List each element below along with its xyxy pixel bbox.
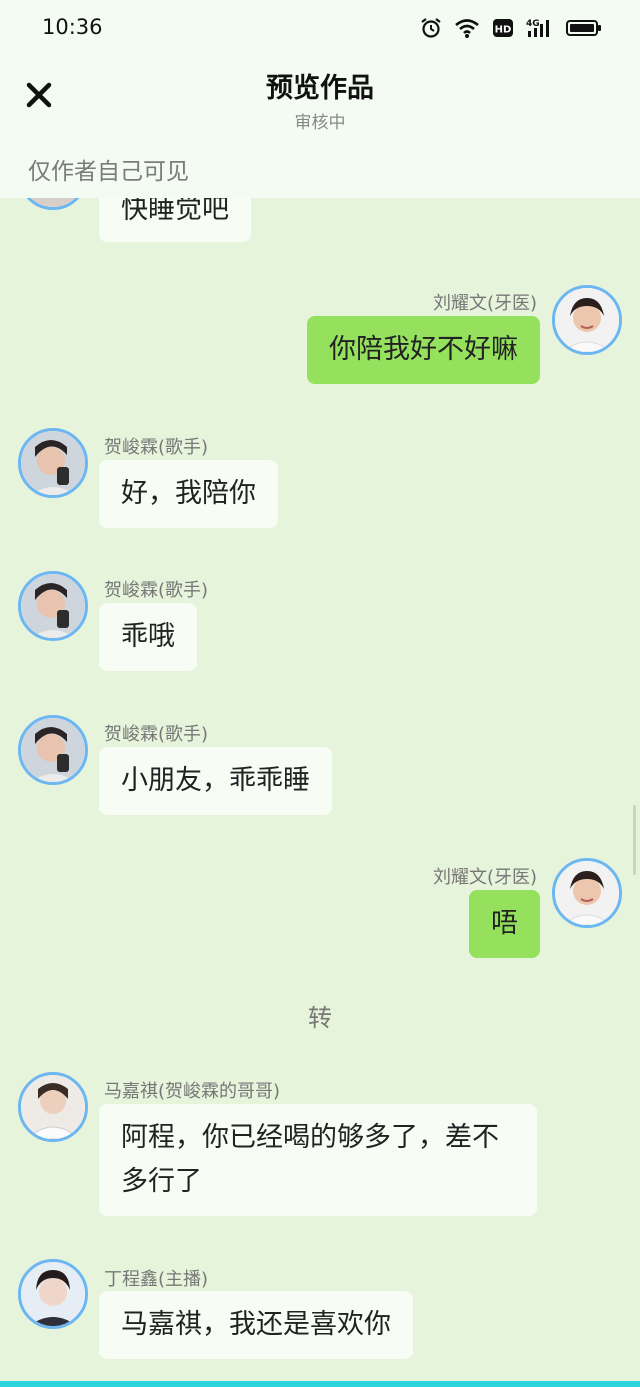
avatar[interactable] bbox=[552, 858, 622, 928]
wifi-icon bbox=[455, 19, 479, 38]
scrollbar[interactable] bbox=[633, 805, 636, 875]
avatar[interactable] bbox=[552, 285, 622, 355]
bottom-accent-bar bbox=[0, 1381, 640, 1387]
alarm-icon bbox=[421, 18, 441, 38]
hd-icon: HD bbox=[493, 19, 513, 37]
message-bubble: 阿程，你已经喝的够多了，差不多行了 bbox=[99, 1104, 537, 1216]
sender-name: 贺峻霖(歌手) bbox=[104, 437, 209, 458]
visibility-note: 仅作者自己可见 bbox=[28, 159, 189, 185]
review-status: 审核中 bbox=[294, 113, 346, 133]
message-bubble: 马嘉祺，我还是喜欢你 bbox=[99, 1291, 413, 1359]
signal-4g-icon: 4G bbox=[526, 19, 549, 37]
header: 10:36 HD 4G 预览作品 审核中 仅作者自己可见 bbox=[0, 0, 640, 198]
status-icons: HD 4G bbox=[420, 16, 602, 40]
avatar[interactable] bbox=[18, 1072, 88, 1142]
sender-name: 刘耀文(牙医) bbox=[432, 867, 537, 888]
message-bubble: 乖哦 bbox=[99, 603, 197, 671]
sender-name: 刘耀文(牙医) bbox=[432, 293, 537, 314]
battery-icon bbox=[566, 20, 601, 36]
avatar[interactable] bbox=[18, 571, 88, 641]
sender-name: 马嘉祺(贺峻霖的哥哥) bbox=[104, 1081, 281, 1102]
page-title: 预览作品 bbox=[266, 73, 374, 104]
sender-name: 贺峻霖(歌手) bbox=[104, 580, 209, 601]
avatar[interactable] bbox=[18, 715, 88, 785]
message-bubble: 你陪我好不好嘛 bbox=[307, 316, 540, 384]
transition-divider: 转 bbox=[308, 1004, 332, 1032]
sender-name: 贺峻霖(歌手) bbox=[104, 724, 209, 745]
svg-text:4G: 4G bbox=[526, 19, 540, 29]
avatar[interactable] bbox=[18, 428, 88, 498]
sender-name: 丁程鑫(主播) bbox=[104, 1269, 209, 1290]
message-bubble: 小朋友，乖乖睡 bbox=[99, 747, 332, 815]
message-bubble: 唔 bbox=[469, 890, 540, 958]
svg-text:HD: HD bbox=[495, 25, 512, 36]
message-bubble: 好，我陪你 bbox=[99, 460, 278, 528]
avatar[interactable] bbox=[18, 1259, 88, 1329]
status-time: 10:36 bbox=[42, 15, 103, 39]
status-bar: 10:36 HD 4G bbox=[0, 0, 640, 56]
